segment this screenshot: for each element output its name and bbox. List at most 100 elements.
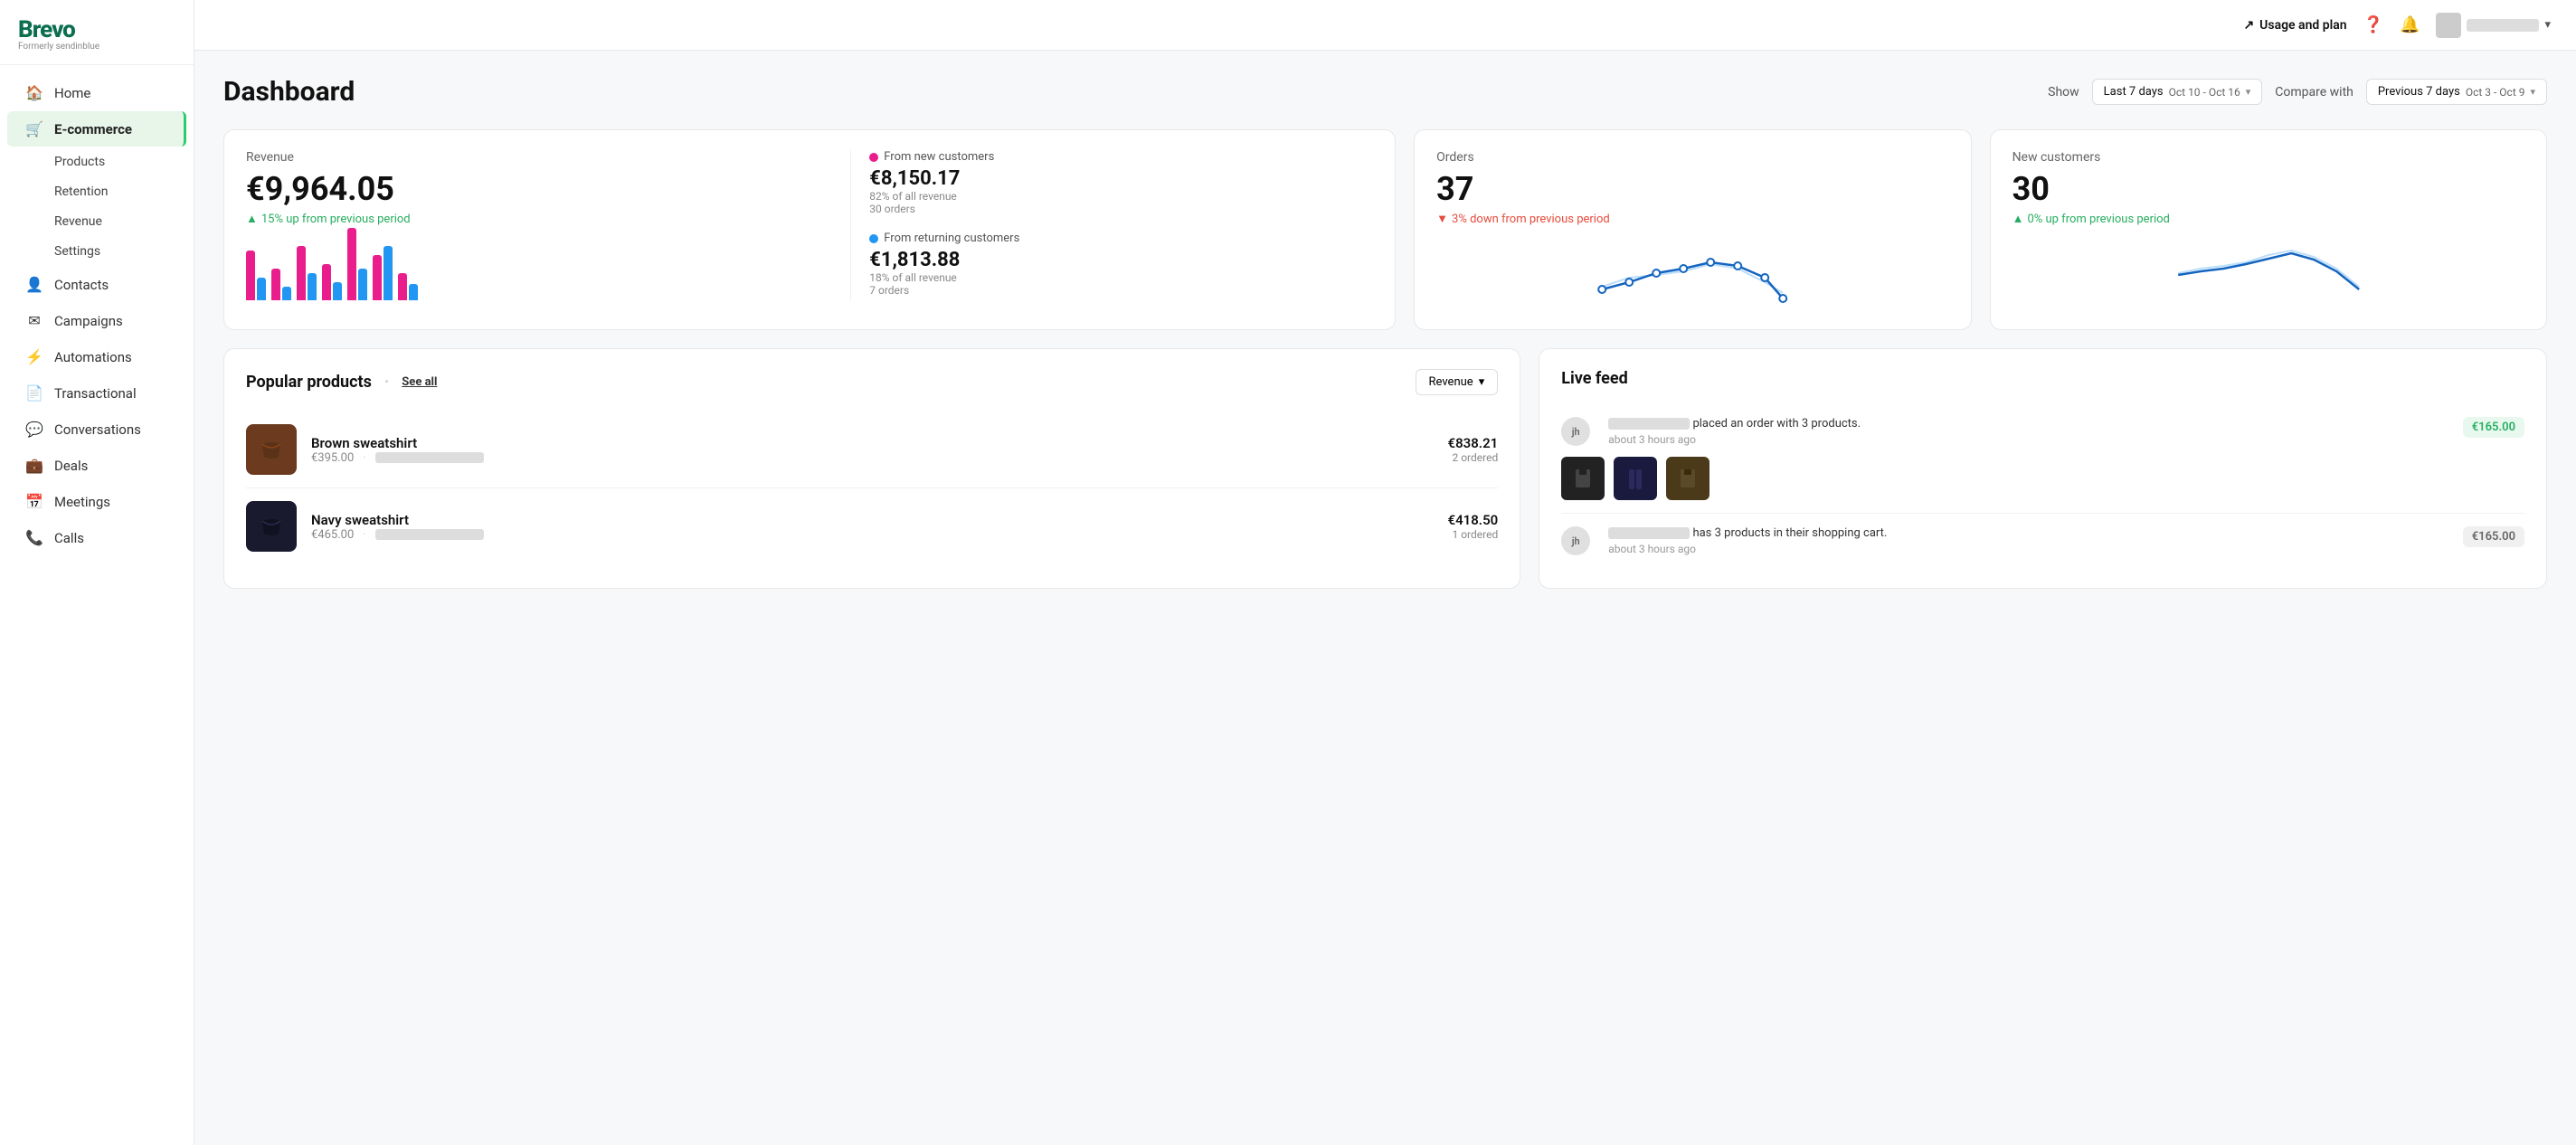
sidebar-item-contacts[interactable]: 👤 Contacts (7, 267, 186, 302)
bar-return (257, 278, 266, 300)
transactional-icon: 📄 (25, 384, 43, 402)
product-info: Navy sweatshirt €465.00 · (311, 512, 1434, 542)
bar-group (271, 269, 291, 300)
orders-card: Orders 37 ▼ 3% down from previous period (1414, 129, 1971, 330)
lf-product-image (1561, 457, 1605, 500)
sidebar-sub-settings[interactable]: Settings (7, 237, 186, 266)
lf-time: about 3 hours ago (1608, 433, 2454, 446)
sub-label: Revenue (54, 214, 102, 229)
live-feed-title: Live feed (1561, 369, 2524, 388)
trend-up-icon: ▲ (246, 212, 258, 226)
ecommerce-icon: 🛒 (25, 120, 43, 137)
lightning-icon: ↗ (2243, 18, 2254, 33)
sidebar-sub-revenue[interactable]: Revenue (7, 207, 186, 236)
bar-new (347, 228, 356, 300)
compare-label: Compare with (2275, 85, 2353, 99)
product-filter-select[interactable]: Revenue ▾ (1416, 369, 1499, 395)
product-info: Brown sweatshirt €395.00 · (311, 435, 1434, 465)
bar-new (322, 264, 331, 300)
user-name-blurred (1608, 418, 1690, 430)
lf-badge-green: €165.00 (2463, 417, 2524, 438)
product-name: Brown sweatshirt (311, 435, 1434, 451)
bar-new (271, 269, 280, 300)
sidebar-item-home[interactable]: 🏠 Home (7, 75, 186, 110)
notifications-icon[interactable]: 🔔 (2400, 15, 2420, 34)
user-menu[interactable]: ▾ (2436, 13, 2551, 38)
sub-label: Settings (54, 244, 100, 259)
meetings-icon: 📅 (25, 493, 43, 510)
new-customers-segment: From new customers €8,150.17 82% of all … (869, 150, 1373, 215)
user-name-blurred (1608, 527, 1690, 539)
trend-up-icon: ▲ (2012, 212, 2024, 226)
sidebar-item-automations[interactable]: ⚡ Automations (7, 339, 186, 374)
new-dot (869, 153, 878, 162)
revenue-label: Revenue (246, 150, 850, 165)
compare-selector[interactable]: Previous 7 days Oct 3 - Oct 9 ▾ (2366, 79, 2547, 105)
nav: 🏠 Home 🛒 E-commerce Products Retention R… (0, 65, 194, 565)
product-rev-value: €418.50 (1448, 512, 1499, 528)
sidebar-item-meetings[interactable]: 📅 Meetings (7, 484, 186, 519)
sidebar-item-deals[interactable]: 💼 Deals (7, 448, 186, 483)
contacts-icon: 👤 (25, 276, 43, 293)
dashboard-content: Dashboard Show Last 7 days Oct 10 - Oct … (194, 51, 2576, 1145)
return-dot (869, 234, 878, 243)
sidebar-item-transactional[interactable]: 📄 Transactional (7, 375, 186, 411)
sidebar-item-campaigns[interactable]: ✉ Campaigns (7, 303, 186, 338)
sub-label: Retention (54, 185, 109, 199)
bar-return (409, 284, 418, 300)
new-revenue-value: €8,150.17 (869, 167, 1373, 190)
sidebar-item-label: Conversations (54, 421, 141, 438)
sidebar-item-label: Contacts (54, 277, 109, 293)
lf-product-image (1666, 457, 1709, 500)
product-revenue: €838.21 2 ordered (1448, 435, 1499, 464)
metrics-cards: Revenue €9,964.05 ▲ 15% up from previous… (223, 129, 2547, 330)
bar-group (398, 273, 418, 300)
lf-products (1561, 457, 2524, 500)
chevron-down-icon: ▾ (2544, 18, 2551, 32)
sidebar-item-label: Campaigns (54, 313, 123, 329)
sidebar-sub-retention[interactable]: Retention (7, 177, 186, 206)
sidebar-item-label: Transactional (54, 385, 137, 402)
popular-title: Popular products · See all (246, 373, 437, 392)
revenue-bar-chart (246, 237, 850, 300)
return-revenue-value: €1,813.88 (869, 249, 1373, 271)
topbar: ↗ Usage and plan ❓ 🔔 ▾ (194, 0, 2576, 51)
product-sku-blurred (375, 452, 484, 463)
usage-plan-button[interactable]: ↗ Usage and plan (2243, 18, 2346, 33)
sub-label: Products (54, 155, 105, 169)
help-icon[interactable]: ❓ (2363, 15, 2383, 34)
compare-period: Previous 7 days (2378, 85, 2460, 99)
bar-group (347, 228, 367, 300)
sidebar-item-label: Deals (54, 458, 88, 474)
customers-trend: ▲ 0% up from previous period (2012, 212, 2524, 226)
automations-icon: ⚡ (25, 348, 43, 365)
sidebar-sub-products[interactable]: Products (7, 147, 186, 176)
returning-customers-segment: From returning customers €1,813.88 18% o… (869, 232, 1373, 297)
sidebar-item-ecommerce[interactable]: 🛒 E-commerce (7, 111, 186, 147)
sidebar-item-label: E-commerce (54, 121, 132, 137)
product-price: €395.00 · (311, 451, 1434, 465)
home-icon: 🏠 (25, 84, 43, 101)
sidebar: Brevo Formerly sendinblue 🏠 Home 🛒 E-com… (0, 0, 194, 1145)
username-blurred (2467, 19, 2539, 32)
bar-new (398, 273, 407, 300)
see-all-link[interactable]: See all (402, 375, 437, 389)
lf-time: about 3 hours ago (1608, 543, 2454, 555)
deals-icon: 💼 (25, 457, 43, 474)
sidebar-item-label: Meetings (54, 494, 110, 510)
bar-return (358, 269, 367, 300)
dashboard-header: Dashboard Show Last 7 days Oct 10 - Oct … (223, 76, 2547, 108)
bar-group (246, 251, 266, 300)
new-orders: 30 orders (869, 203, 1373, 215)
campaigns-icon: ✉ (25, 312, 43, 329)
lf-badge-gray: €165.00 (2463, 526, 2524, 547)
sidebar-item-conversations[interactable]: 💬 Conversations (7, 412, 186, 447)
period-dates: Oct 10 - Oct 16 (2169, 86, 2240, 99)
period-selector[interactable]: Last 7 days Oct 10 - Oct 16 ▾ (2092, 79, 2263, 105)
sidebar-item-calls[interactable]: 📞 Calls (7, 520, 186, 555)
customers-label: New customers (2012, 150, 2524, 165)
product-rev-value: €838.21 (1448, 435, 1499, 451)
revenue-card: Revenue €9,964.05 ▲ 15% up from previous… (223, 129, 1396, 330)
lf-text: placed an order with 3 products. (1608, 417, 2454, 431)
bar-return (282, 287, 291, 300)
